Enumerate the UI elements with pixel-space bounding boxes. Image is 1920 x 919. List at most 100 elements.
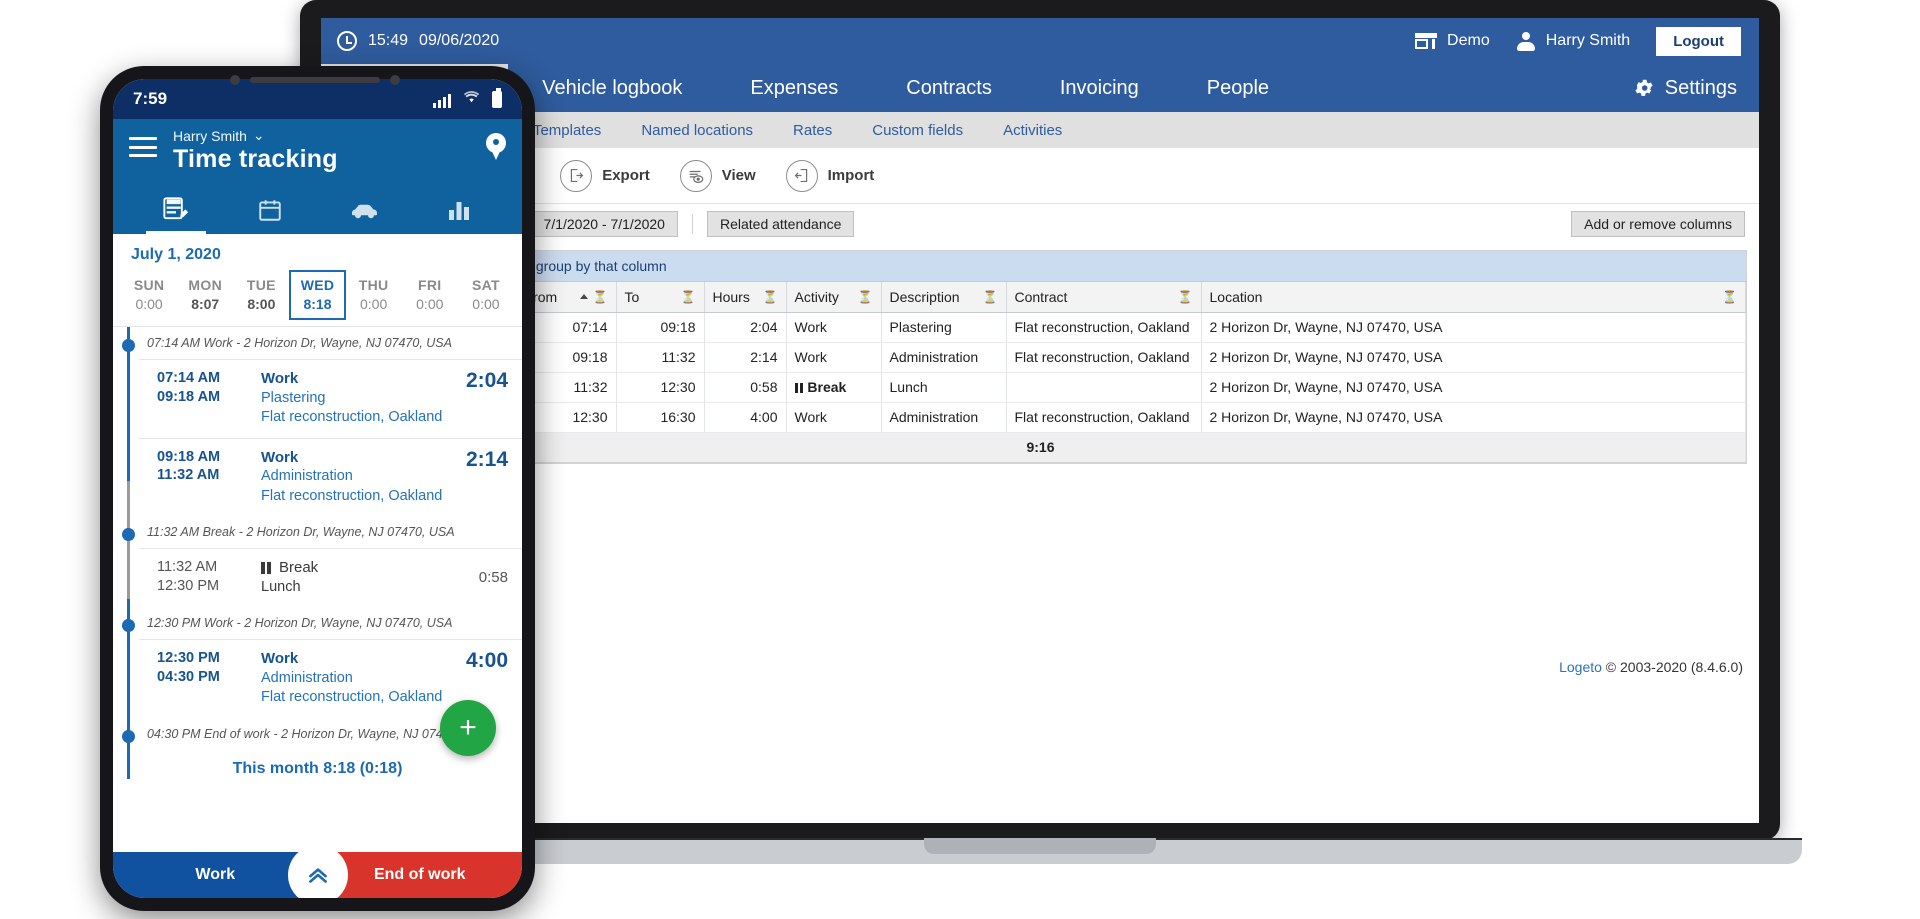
list-item[interactable]: 07:14 AM09:18 AM Work Plastering Flat re… <box>139 359 522 438</box>
cell-hours: 4:00 <box>704 402 786 432</box>
table-row[interactable]: 07/01/2020 We 12:30 16:30 4:00 Work Admi… <box>336 402 1746 432</box>
filter-icon[interactable]: ⏳ <box>593 290 608 304</box>
settings-label: Settings <box>1665 77 1737 100</box>
cell-to: 11:32 <box>616 342 704 372</box>
logout-button[interactable]: Logout <box>1656 27 1741 56</box>
wifi-icon <box>463 90 480 108</box>
col-header-description[interactable]: Description⏳ <box>881 282 1006 312</box>
table-row[interactable]: 07/01/2020 We 07:14 09:18 2:04 Work Plas… <box>336 312 1746 342</box>
company-switcher[interactable]: Demo <box>1415 32 1490 50</box>
selected-date-label: July 1, 2020 <box>113 234 522 270</box>
add-remove-columns-button[interactable]: Add or remove columns <box>1571 211 1745 237</box>
tab-timesheet[interactable] <box>129 186 223 234</box>
subnav-item-named-locations[interactable]: Named locations <box>621 122 773 139</box>
timeline-dot-icon <box>122 619 135 632</box>
entry-duration: 0:58 <box>471 569 508 586</box>
cell-location: 2 Horizon Dr, Wayne, NJ 07470, USA <box>1201 372 1746 402</box>
phone-user-switcher[interactable]: Harry Smith ⌄ <box>173 127 338 144</box>
entry-contract: Flat reconstruction, Oakland <box>261 487 458 506</box>
expand-actions-button[interactable] <box>291 848 345 898</box>
phone-tabbar <box>129 186 506 234</box>
timezone-note: (Central European Time) <box>321 464 1759 504</box>
day-fri[interactable]: FRI0:00 <box>402 270 458 320</box>
timeline-dot-icon <box>122 730 135 743</box>
nav-settings[interactable]: Settings <box>1623 64 1759 112</box>
entry-end-time: 11:32 AM <box>157 466 261 485</box>
col-header-to[interactable]: To⏳ <box>616 282 704 312</box>
tab-reports[interactable] <box>412 186 506 234</box>
subnav-item-custom-fields[interactable]: Custom fields <box>852 122 983 139</box>
cell-to: 16:30 <box>616 402 704 432</box>
col-header-hours[interactable]: Hours⏳ <box>704 282 786 312</box>
related-attendance-button[interactable]: Related attendance <box>707 211 854 237</box>
period-value[interactable]: 7/1/2020 - 7/1/2020 <box>531 211 678 237</box>
cell-description: Plastering <box>881 312 1006 342</box>
nav-tab-expenses[interactable]: Expenses <box>716 64 872 112</box>
cell-contract: Flat reconstruction, Oakland <box>1006 402 1201 432</box>
filter-icon[interactable]: ⏳ <box>858 290 873 304</box>
tab-calendar[interactable] <box>223 186 317 234</box>
timeline-event-text: 04:30 PM End of work - 2 Horizon Dr, Way… <box>147 727 462 741</box>
view-button[interactable]: View <box>680 160 756 192</box>
grid-body: 07/01/2020 We 07:14 09:18 2:04 Work Plas… <box>336 312 1746 462</box>
export-button[interactable]: Export <box>560 160 650 192</box>
subnav-item-activities[interactable]: Activities <box>983 122 1082 139</box>
timeline-event-header: 12:30 PM Work - 2 Horizon Dr, Wayne, NJ … <box>113 607 522 639</box>
tab-vehicle[interactable] <box>318 186 412 234</box>
company-name: Demo <box>1447 32 1490 50</box>
timeline-event-header: 11:32 AM Break - 2 Horizon Dr, Wayne, NJ… <box>113 516 522 548</box>
list-item[interactable]: 09:18 AM11:32 AM Work Administration Fla… <box>139 438 522 517</box>
col-header-contract[interactable]: Contract⏳ <box>1006 282 1201 312</box>
day-sat[interactable]: SAT0:00 <box>458 270 514 320</box>
entry-activity: Work <box>261 649 458 669</box>
entry-duration: 2:04 <box>458 369 508 393</box>
filter-icon[interactable]: ⏳ <box>983 290 998 304</box>
import-button[interactable]: Import <box>786 160 875 192</box>
nav-tab-people[interactable]: People <box>1173 64 1303 112</box>
col-header-location[interactable]: Location⏳ <box>1201 282 1746 312</box>
table-row[interactable]: 07/01/2020 We 09:18 11:32 2:14 Work Admi… <box>336 342 1746 372</box>
list-item[interactable]: 11:32 AM12:30 PM Break Lunch 0:58 <box>139 548 522 607</box>
view-icon <box>680 160 712 192</box>
attendance-grid: Drag a column header here to group by th… <box>335 250 1747 464</box>
subnav-item-rates[interactable]: Rates <box>773 122 852 139</box>
work-button[interactable]: Work <box>113 852 318 898</box>
map-pin-icon[interactable] <box>486 133 506 161</box>
chevron-up-icon <box>305 862 331 888</box>
entry-start-time: 11:32 AM <box>157 558 261 577</box>
filter-icon[interactable]: ⏳ <box>681 290 696 304</box>
table-row[interactable]: 07/01/2020 We 11:32 12:30 0:58 Break Lun… <box>336 372 1746 402</box>
view-label: View <box>722 167 756 184</box>
add-button[interactable]: + <box>440 700 496 756</box>
nav-tab-invoicing[interactable]: Invoicing <box>1026 64 1173 112</box>
import-label: Import <box>828 167 875 184</box>
cell-activity: Work <box>786 402 881 432</box>
day-thu[interactable]: THU0:00 <box>346 270 402 320</box>
cell-contract: Flat reconstruction, Oakland <box>1006 312 1201 342</box>
day-mon[interactable]: MON8:07 <box>177 270 233 320</box>
day-sun[interactable]: SUN0:00 <box>121 270 177 320</box>
nav-tab-vehicle-logbook[interactable]: Vehicle logbook <box>508 64 716 112</box>
cell-description: Lunch <box>881 372 1006 402</box>
nav-tab-contracts[interactable]: Contracts <box>872 64 1026 112</box>
group-by-hint: Drag a column header here to group by th… <box>336 251 1746 282</box>
entry-description: Lunch <box>261 578 471 597</box>
timeline-dot-icon <box>122 528 135 541</box>
day-wed[interactable]: WED8:18 <box>289 270 345 320</box>
pause-icon <box>795 383 804 393</box>
desktop-main-nav: Time tracking Vehicle logbook Expenses C… <box>321 64 1759 112</box>
col-header-activity[interactable]: Activity⏳ <box>786 282 881 312</box>
filter-icon[interactable]: ⏳ <box>1178 290 1193 304</box>
phone-app-header: Harry Smith ⌄ Time tracking <box>113 119 522 234</box>
logeto-link[interactable]: Logeto <box>1559 659 1602 675</box>
cell-hours: 0:58 <box>704 372 786 402</box>
entry-activity: Work <box>261 369 458 389</box>
hamburger-menu-icon[interactable] <box>129 137 157 157</box>
user-menu[interactable]: Harry Smith <box>1516 31 1630 51</box>
copyright-text: © 2003-2020 (8.4.6.0) <box>1602 659 1743 675</box>
filter-icon[interactable]: ⏳ <box>1722 290 1737 304</box>
end-of-work-button[interactable]: End of work <box>318 852 523 898</box>
current-datetime: 15:49 09/06/2020 <box>337 18 499 64</box>
filter-icon[interactable]: ⏳ <box>763 290 778 304</box>
day-tue[interactable]: TUE8:00 <box>233 270 289 320</box>
